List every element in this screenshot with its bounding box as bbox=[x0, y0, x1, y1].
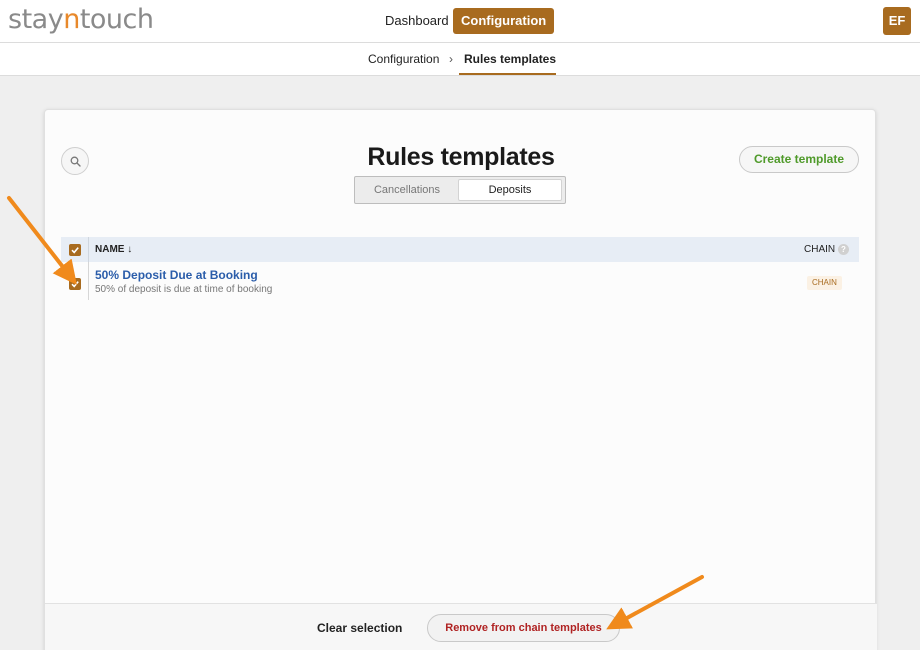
tab-cancellations[interactable]: Cancellations bbox=[357, 179, 457, 201]
breadcrumb-configuration[interactable]: Configuration bbox=[368, 52, 439, 66]
column-divider bbox=[88, 237, 89, 262]
row-checkbox[interactable] bbox=[69, 278, 81, 290]
help-icon[interactable]: ? bbox=[838, 244, 849, 255]
logo-accent: n bbox=[63, 4, 80, 35]
logo-suffix: touch bbox=[79, 4, 154, 35]
remove-from-chain-templates-button[interactable]: Remove from chain templates bbox=[427, 614, 620, 642]
table-row[interactable]: 50% Deposit Due at Booking 50% of deposi… bbox=[61, 262, 859, 300]
table-header: NAME ↓ CHAIN ? bbox=[61, 237, 859, 262]
breadcrumb-active-underline bbox=[459, 73, 556, 75]
name-column-header[interactable]: NAME ↓ bbox=[95, 244, 132, 255]
user-avatar[interactable]: EF bbox=[883, 7, 911, 35]
top-navigation-bar: stayntouch Dashboard Configuration EF bbox=[0, 0, 920, 43]
selection-action-bar: Clear selection Remove from chain templa… bbox=[45, 603, 877, 650]
template-description: 50% of deposit is due at time of booking bbox=[95, 284, 273, 295]
template-name-link[interactable]: 50% Deposit Due at Booking bbox=[95, 268, 258, 282]
chain-badge: CHAIN bbox=[807, 276, 842, 290]
nav-configuration[interactable]: Configuration bbox=[453, 8, 555, 34]
checkbox-check-icon bbox=[71, 247, 79, 254]
checkbox-check-icon bbox=[71, 281, 79, 288]
row-divider bbox=[88, 262, 89, 300]
select-all-checkbox[interactable] bbox=[69, 244, 81, 256]
breadcrumb-separator: › bbox=[449, 52, 453, 66]
breadcrumb: Configuration › Rules templates bbox=[0, 43, 920, 76]
template-type-toggle: Cancellations Deposits bbox=[354, 176, 566, 204]
tab-deposits[interactable]: Deposits bbox=[458, 179, 562, 201]
create-template-button[interactable]: Create template bbox=[739, 146, 859, 173]
clear-selection-button[interactable]: Clear selection bbox=[317, 621, 402, 635]
logo-prefix: stay bbox=[8, 4, 64, 35]
chain-column-header: CHAIN bbox=[804, 244, 836, 255]
rules-templates-card: Rules templates Create template Cancella… bbox=[44, 109, 877, 650]
nav-dashboard[interactable]: Dashboard bbox=[379, 8, 455, 34]
breadcrumb-current: Rules templates bbox=[464, 52, 557, 66]
stayntouch-logo[interactable]: stayntouch bbox=[8, 2, 154, 38]
